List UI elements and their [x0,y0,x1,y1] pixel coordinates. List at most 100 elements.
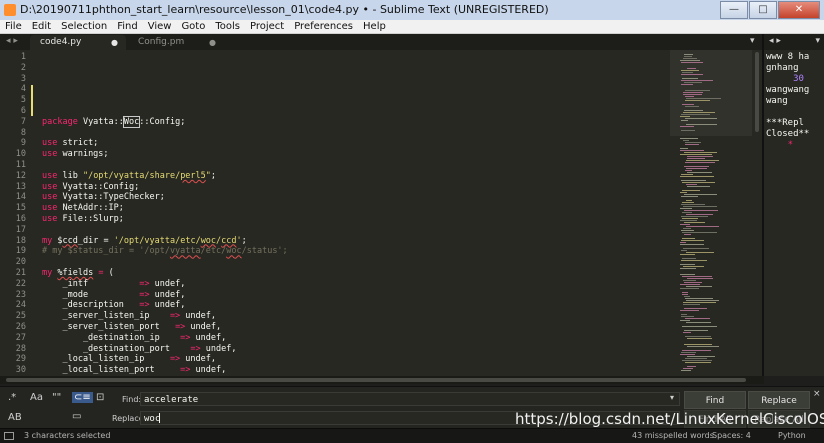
code-line: use warnings; [42,149,109,160]
minimap-line [685,336,711,337]
minimap-line [683,248,709,249]
tab-dirty-dot-icon[interactable]: ● [209,35,216,50]
replace-button[interactable]: Replace [748,391,810,409]
menu-tools[interactable]: Tools [210,20,245,33]
line-number: 26 [15,322,26,332]
line-number: 7 [20,116,26,127]
minimap-line [686,252,714,253]
preserve-case-toggle[interactable]: AB [8,412,22,423]
minimap-line [685,362,711,363]
tab-list-dropdown-icon[interactable]: ▾ [750,36,755,46]
line-number: 13 [15,181,26,192]
minimap-line [684,194,717,195]
code-line: package Vyatta::Woc::Config; [42,115,186,128]
minimap-line [686,168,707,169]
minimap-line [687,68,696,69]
line-number: 6 [20,106,26,116]
find-label: Find: [122,395,142,404]
code-text-area[interactable]: package Vyatta::Woc::Config; use strict;… [42,50,662,376]
minimap-line [680,154,712,155]
line-number-gutter: 1 2 3 4 5 6 7 8 9 10 11 12 13 14 15 16 1… [0,50,34,376]
status-bar: 3 characters selected 43 misspelled word… [0,428,824,443]
code-line: my %fields = ( [42,268,114,278]
minimap-line [680,116,690,117]
panel-toggle-icon[interactable] [4,432,14,440]
wrap-toggle-icon[interactable]: ⊂≡ [72,392,93,403]
line-number: 16 [15,214,26,224]
menu-edit[interactable]: Edit [27,20,56,33]
minimap-line [680,264,695,265]
minimap-line [683,332,691,333]
menu-goto[interactable]: Goto [176,20,210,33]
minimap-line [684,110,703,111]
highlight-matches-toggle-icon[interactable]: ▭ [72,411,81,422]
find-history-dropdown-icon[interactable]: ▾ [670,393,674,402]
minimap-line [684,56,692,57]
minimap-line [680,126,694,127]
spellcheck-status[interactable]: 43 misspelled words [632,431,714,440]
menu-preferences[interactable]: Preferences [289,20,358,33]
line-number: 2 [20,62,26,73]
minimap-line [683,304,700,305]
horizontal-scrollbar[interactable] [0,376,764,384]
line-number: 15 [15,203,26,214]
right-pane-line: * [766,140,794,150]
tab-nav-arrows-icon[interactable]: ◂ ▸ [6,36,18,46]
minimap-line [686,286,712,287]
minimap[interactable] [670,50,752,376]
minimap-line [681,130,695,131]
indentation-status[interactable]: Spaces: 4 [712,431,751,440]
line-number: 30 [15,365,26,376]
scrollbar-thumb[interactable] [6,378,746,382]
minimap-line [684,308,707,309]
tab-list-dropdown-icon[interactable]: ▾ [815,36,820,46]
tab-config-pm[interactable]: Config.pm ● [128,35,224,50]
code-line: use strict; [42,138,99,149]
code-editor[interactable]: 1 2 3 4 5 6 7 8 9 10 11 12 13 14 15 16 1… [0,50,670,376]
tab-label: code4.py [40,37,82,47]
menu-file[interactable]: File [0,20,27,33]
regex-toggle[interactable]: .* [8,392,16,403]
minimap-line [681,314,687,315]
find-button[interactable]: Find [684,391,746,409]
line-number: 19 [15,246,26,257]
code-line: use Vyatta::Config; [42,181,140,192]
menu-project[interactable]: Project [245,20,289,33]
minimap-line [680,150,704,151]
minimize-button[interactable]: — [720,1,748,19]
close-panel-icon[interactable]: × [813,389,821,399]
tab-nav-arrows-icon[interactable]: ◂ ▸ [769,36,781,46]
right-pane-line: www 8 ha [766,52,810,62]
menu-view[interactable]: View [143,20,177,33]
right-pane-tab-bar: ◂ ▸ ▾ [764,34,824,50]
vertical-scrollbar[interactable] [752,50,762,376]
right-editor-pane[interactable]: www 8 ha gnhang 30 wangwang wang ***Repl… [764,50,824,376]
minimap-line [687,356,715,357]
scrollbar-thumb[interactable] [755,52,759,132]
minimap-line [684,296,690,297]
minimap-line [681,84,693,85]
tab-dirty-dot-icon[interactable]: ● [111,35,118,50]
right-pane-line: 30 [766,74,804,84]
minimap-line [681,250,687,251]
case-sensitive-toggle[interactable]: Aa [30,392,43,403]
code-line: _server_listen_ip => undef, [42,311,217,322]
menu-help[interactable]: Help [358,20,391,33]
code-line: use Vyatta::TypeChecker; [42,192,165,203]
menu-find[interactable]: Find [112,20,143,33]
maximize-button[interactable]: □ [749,1,777,19]
tab-code4-py[interactable]: code4.py ● [30,35,126,50]
whole-word-toggle[interactable]: "" [52,392,61,403]
find-input[interactable]: accelerate [140,392,680,406]
menu-selection[interactable]: Selection [56,20,112,33]
syntax-status[interactable]: Python [778,431,806,440]
sublime-app-icon [4,4,16,16]
minimap-line [684,210,718,211]
window-titlebar: D:\20190711phthon_start_learn\resource\l… [0,0,824,21]
minimap-line [682,360,712,361]
close-window-button[interactable]: ✕ [778,1,820,19]
minimap-line [682,326,717,327]
in-selection-toggle-icon[interactable]: ⊡ [96,392,104,403]
minimap-line [682,212,692,213]
code-line: _mode => undef, [42,289,186,300]
